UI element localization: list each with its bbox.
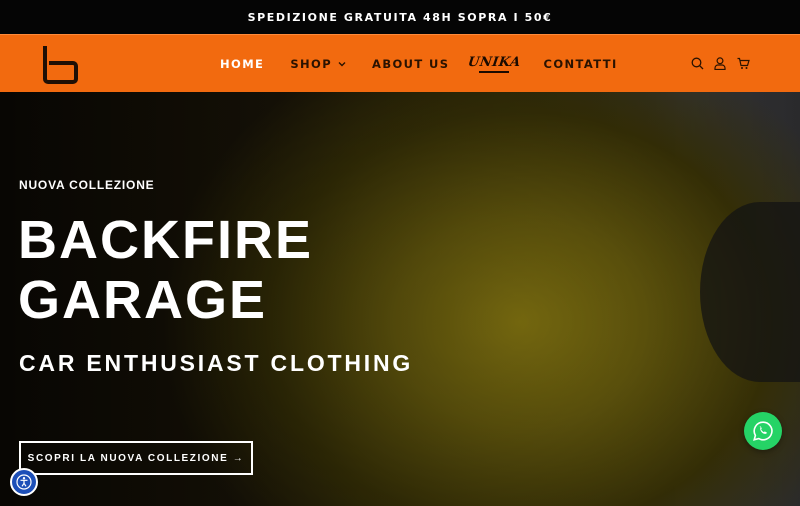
nav-about-us-label: ABOUT US: [372, 56, 450, 71]
whatsapp-icon: [753, 421, 773, 441]
hero-subtitle: CAR ENTHUSIAST CLOTHING: [19, 350, 414, 376]
hero-title-line2: GARAGE: [18, 270, 268, 330]
nav-contatti-label: CONTATTI: [543, 56, 618, 71]
cart-icon: [737, 57, 750, 69]
account-button[interactable]: [713, 57, 727, 71]
backfire-b-logo-icon: [43, 46, 78, 84]
account-icon: [714, 57, 726, 70]
announcement-bar: SPEDIZIONE GRATUITA 48H SOPRA I 50€: [0, 0, 800, 34]
nav-home[interactable]: HOME: [220, 57, 264, 71]
nav-shop[interactable]: SHOP: [290, 57, 346, 71]
primary-nav: HOME SHOP ABOUT US UNIKA CONTATTI: [220, 35, 644, 92]
nav-home-label: HOME: [220, 56, 265, 71]
unika-logo-text: UNIKA: [467, 54, 522, 70]
discover-collection-button[interactable]: SCOPRI LA NUOVA COLLEZIONE →: [19, 441, 253, 475]
whatsapp-chat-button[interactable]: [744, 412, 782, 450]
unika-logo-link[interactable]: UNIKA: [467, 51, 522, 77]
discover-collection-label: SCOPRI LA NUOVA COLLEZIONE →: [27, 452, 245, 464]
hero-title: BACKFIRE GARAGE: [18, 210, 313, 330]
nav-about-us[interactable]: ABOUT US: [372, 57, 449, 71]
cart-button[interactable]: [736, 57, 750, 71]
accessibility-icon: [16, 474, 32, 490]
nav-contatti[interactable]: CONTATTI: [543, 57, 617, 71]
header-icons: [681, 35, 750, 92]
hero-title-line1: BACKFIRE: [18, 210, 313, 270]
main-header: HOME SHOP ABOUT US UNIKA CONTATTI: [0, 34, 800, 92]
accessibility-button[interactable]: [10, 468, 38, 496]
nav-shop-label: SHOP: [290, 56, 333, 71]
unika-logo-underline: [479, 70, 510, 73]
brand-logo[interactable]: [40, 43, 80, 85]
hero-banner: NUOVA COLLEZIONE BACKFIRE GARAGE CAR ENT…: [0, 92, 800, 506]
search-button[interactable]: [690, 57, 704, 71]
hero-eyebrow: NUOVA COLLEZIONE: [19, 178, 155, 192]
announcement-text: SPEDIZIONE GRATUITA 48H SOPRA I 50€: [247, 10, 553, 24]
search-icon: [691, 57, 703, 70]
chevron-down-icon: [338, 61, 346, 66]
